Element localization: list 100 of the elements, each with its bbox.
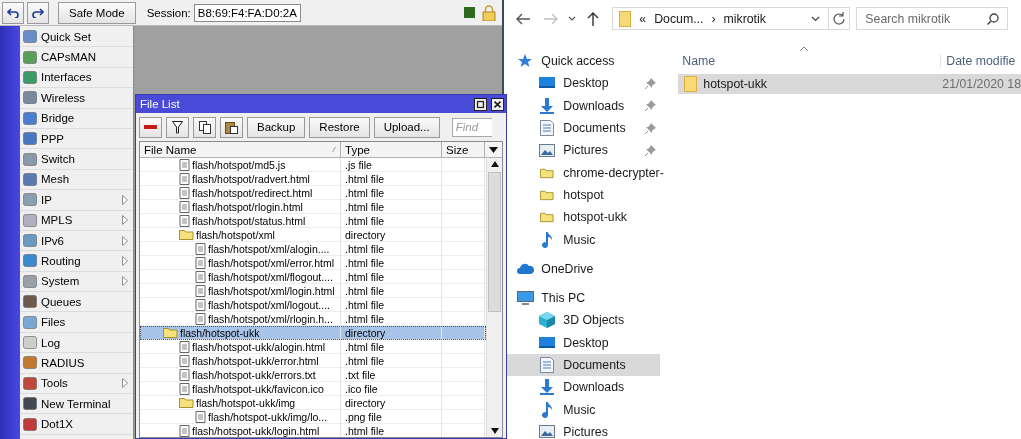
table-row[interactable]: flash/hotspot/status.html .html file <box>140 214 486 228</box>
table-cell: .html file <box>341 353 442 368</box>
file-name: flash/hotspot/xml/logout.... <box>208 298 330 311</box>
nav-item[interactable]: Pictures <box>504 139 661 162</box>
menu-item[interactable]: Quick Set <box>20 27 133 48</box>
toolbar-button[interactable]: Backup <box>247 116 306 138</box>
menu-item[interactable]: IPv6 <box>20 230 133 252</box>
menu-item[interactable]: Tools <box>20 373 133 395</box>
table-row[interactable]: flash/hotspot-ukk/alogin.html .html file <box>140 340 486 354</box>
table-row[interactable]: flash/hotspot/md5.js .js file <box>140 158 486 172</box>
file-name: flash/hotspot/status.html <box>192 214 306 227</box>
nav-item[interactable]: Desktop <box>504 72 661 95</box>
file-name: flash/hotspot/xml/login.html <box>208 284 335 297</box>
table-row[interactable]: flash/hotspot/redirect.html .html file <box>140 186 486 200</box>
menu-item[interactable]: IP <box>20 190 133 211</box>
menu-item[interactable]: CAPsMAN <box>20 47 133 68</box>
table-row[interactable]: flash/hotspot/xml/error.html .html file <box>140 256 486 270</box>
table-row[interactable]: flash/hotspot-ukk/login.html .html file <box>140 424 486 437</box>
table-cell: .html file <box>341 241 442 256</box>
nav-item[interactable]: Quick access <box>504 50 661 73</box>
file-name: flash/hotspot/xml/flogout.... <box>208 270 333 283</box>
nav-item[interactable]: Music <box>504 228 661 251</box>
table-row[interactable]: flash/hotspot-ukk directory <box>140 326 486 340</box>
nav-item[interactable]: hotspot <box>504 183 661 207</box>
menu-item[interactable]: Log <box>20 332 133 354</box>
file-name: flash/hotspot/xml/error.html <box>208 256 335 269</box>
table-row[interactable]: flash/hotspot/xml/alogin.... .html file <box>140 242 486 256</box>
file-name: flash/hotspot/rlogin.html <box>192 200 303 213</box>
menu-item[interactable]: PPP <box>20 128 133 150</box>
address-bar[interactable]: « Docum... › mikrotik <box>612 7 851 30</box>
file-name: hotspot-ukk <box>703 77 767 91</box>
menu-item[interactable]: Bridge <box>20 108 133 129</box>
nav-item[interactable]: Documents <box>504 353 661 377</box>
toolbar-button[interactable]: Upload... <box>373 116 440 138</box>
file-name: flash/hotspot-ukk/login.html <box>192 424 320 437</box>
table-cell: .html file <box>341 213 442 228</box>
nav-item[interactable]: hotspot-ukk <box>504 206 661 229</box>
column-header[interactable]: Size <box>442 142 485 157</box>
column-header[interactable]: Name <box>678 54 941 68</box>
safe-mode-button[interactable]: Safe Mode <box>58 1 136 24</box>
table-row[interactable]: flash/hotspot-ukk/favicon.ico .ico file <box>140 382 486 396</box>
menu-item[interactable]: Switch <box>20 149 133 170</box>
file-name: flash/hotspot-ukk/favicon.ico <box>192 382 324 395</box>
menu-item[interactable]: Queues <box>20 292 133 313</box>
table-cell: directory <box>341 325 442 340</box>
table-cell: .txt file <box>341 367 442 382</box>
nav-item[interactable]: Desktop <box>504 331 661 354</box>
find-field[interactable]: Find <box>451 117 492 137</box>
table-row[interactable]: flash/hotspot/radvert.html .html file <box>140 172 486 186</box>
menu-item[interactable]: Files <box>20 312 133 333</box>
table-row[interactable]: flash/hotspot-ukk/error.html .html file <box>140 354 486 368</box>
search-field[interactable]: Search mikrotik <box>856 7 1009 30</box>
menu-item[interactable]: Wireless <box>20 88 133 109</box>
file-row[interactable]: hotspot-ukk 21/01/2020 18 <box>678 74 1021 94</box>
session-label: Session: <box>146 6 191 19</box>
table-row[interactable]: flash/hotspot-ukk/img directory <box>140 396 486 410</box>
table-cell: directory <box>341 395 442 410</box>
nav-item[interactable]: Pictures <box>504 420 661 439</box>
table-row[interactable]: flash/hotspot/rlogin.html .html file <box>140 200 486 214</box>
file-name: flash/hotspot/xml <box>196 228 275 241</box>
column-header[interactable]: Type <box>341 142 442 157</box>
nav-item[interactable]: Documents <box>504 116 661 140</box>
file-name: flash/hotspot-ukk <box>180 326 260 339</box>
nav-item[interactable]: 3D Objects <box>504 309 661 332</box>
column-header[interactable]: Date modifie <box>940 54 1016 68</box>
nav-item[interactable]: Music <box>504 398 661 421</box>
menu-item[interactable]: MPLS <box>20 210 133 231</box>
breadcrumb[interactable]: Docum... <box>654 11 704 26</box>
nav-item[interactable]: This PC <box>504 286 661 310</box>
menu-item[interactable]: Dot1X <box>20 414 133 435</box>
file-name: flash/hotspot/redirect.html <box>192 186 313 199</box>
nav-item[interactable]: OneDrive <box>504 257 661 280</box>
menu-item[interactable]: RADIUS <box>20 353 133 374</box>
menu-item[interactable]: Routing <box>20 251 133 272</box>
nav-item[interactable]: Downloads <box>504 376 661 399</box>
file-name: flash/hotspot-ukk/error.html <box>192 354 319 367</box>
column-header[interactable]: File Name <box>140 142 341 157</box>
menu-item[interactable]: New Terminal <box>20 394 133 415</box>
session-field[interactable]: B8:69:F4:FA:D0:2A <box>193 3 301 22</box>
table-cell: .html file <box>341 423 442 437</box>
table-row[interactable]: flash/hotspot-ukk/errors.txt .txt file <box>140 368 486 382</box>
file-name: flash/hotspot-ukk/img <box>196 396 296 409</box>
menu-item[interactable]: Mesh <box>20 169 133 191</box>
table-cell: .html file <box>341 283 442 298</box>
menu-item[interactable]: System <box>20 271 133 293</box>
table-cell: .html file <box>341 311 442 326</box>
table-cell: directory <box>341 227 442 242</box>
breadcrumb-overflow[interactable]: « <box>639 11 647 26</box>
table-row[interactable]: flash/hotspot/xml directory <box>140 228 486 242</box>
table-cell: .html file <box>341 255 442 270</box>
toolbar-button[interactable]: Restore <box>309 116 370 138</box>
menu-item[interactable]: Interfaces <box>20 67 133 89</box>
table-row[interactable]: flash/hotspot/xml/login.html .html file <box>140 284 486 298</box>
file-name: flash/hotspot/radvert.html <box>192 172 310 185</box>
table-row[interactable]: flash/hotspot/xml/flogout.... .html file <box>140 270 486 284</box>
nav-item[interactable]: Downloads <box>504 94 661 117</box>
breadcrumb[interactable]: mikrotik <box>723 11 804 26</box>
table-cell: .html file <box>341 171 442 186</box>
table-row[interactable]: flash/hotspot-ukk/img/lo... .png file <box>140 410 486 424</box>
table-row[interactable]: flash/hotspot/xml/logout.... .html file <box>140 298 486 312</box>
